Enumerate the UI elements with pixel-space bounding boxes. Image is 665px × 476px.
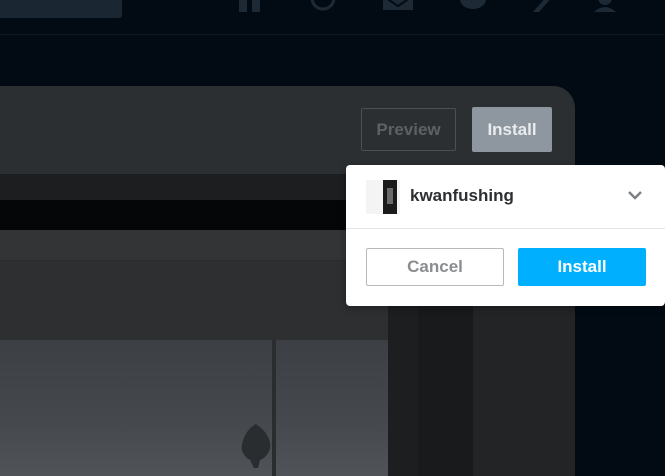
preview-button[interactable]: Preview: [361, 108, 456, 151]
search-input[interactable]: [0, 0, 122, 18]
account-name: kwanfushing: [410, 186, 514, 205]
cancel-button[interactable]: Cancel: [366, 248, 504, 286]
home-icon[interactable]: [238, 0, 264, 12]
inbox-icon[interactable]: [383, 0, 413, 12]
preview-page-header: [0, 230, 388, 261]
tree-image: [241, 424, 271, 468]
explore-icon[interactable]: [310, 0, 336, 12]
install-popover: kwanfushing Cancel Install: [346, 165, 665, 306]
preview-photo: [0, 340, 388, 476]
chevron-down-icon[interactable]: [627, 189, 643, 201]
avatar: [366, 180, 400, 214]
top-nav-bar: [0, 0, 665, 35]
messaging-icon[interactable]: [458, 0, 486, 12]
account-selector[interactable]: kwanfushing: [346, 165, 665, 229]
activity-icon[interactable]: [533, 0, 559, 12]
install-button[interactable]: Install: [472, 107, 552, 152]
confirm-install-button[interactable]: Install: [518, 248, 646, 286]
account-icon[interactable]: [592, 0, 618, 12]
